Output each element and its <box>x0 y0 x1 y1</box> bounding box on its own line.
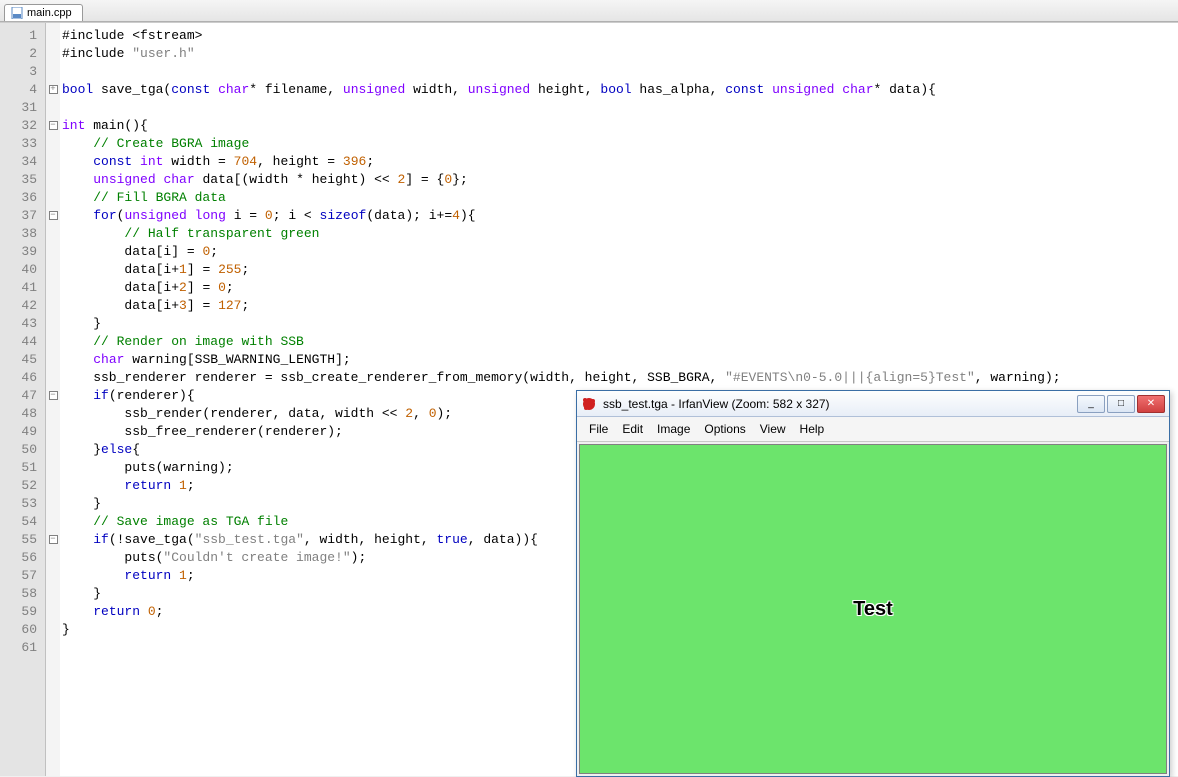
code-line[interactable]: } <box>62 315 1178 333</box>
menu-file[interactable]: File <box>583 420 614 438</box>
fold-column: + − − − − <box>46 23 60 776</box>
line-number: 45 <box>0 351 37 369</box>
rendered-text: Test <box>853 598 893 621</box>
image-viewport[interactable]: Test <box>579 444 1167 774</box>
code-line[interactable]: int main(){ <box>62 117 1178 135</box>
menu-options[interactable]: Options <box>698 420 751 438</box>
code-line[interactable] <box>62 63 1178 81</box>
line-number: 55 <box>0 531 37 549</box>
line-number: 41 <box>0 279 37 297</box>
line-number: 53 <box>0 495 37 513</box>
line-number: 59 <box>0 603 37 621</box>
menu-edit[interactable]: Edit <box>616 420 649 438</box>
code-line[interactable]: data[i+3] = 127; <box>62 297 1178 315</box>
menu-image[interactable]: Image <box>651 420 696 438</box>
line-number: 3 <box>0 63 37 81</box>
line-number: 37 <box>0 207 37 225</box>
line-number-gutter: 1234313233343536373839404142434445464748… <box>0 23 46 776</box>
code-line[interactable]: #include "user.h" <box>62 45 1178 63</box>
line-number: 49 <box>0 423 37 441</box>
cpp-file-icon <box>11 7 23 19</box>
line-number: 51 <box>0 459 37 477</box>
line-number: 4 <box>0 81 37 99</box>
window-buttons: _ □ ✕ <box>1077 395 1165 413</box>
code-line[interactable]: // Create BGRA image <box>62 135 1178 153</box>
line-number: 35 <box>0 171 37 189</box>
code-line[interactable]: data[i] = 0; <box>62 243 1178 261</box>
line-number: 44 <box>0 333 37 351</box>
line-number: 48 <box>0 405 37 423</box>
fold-collapse-icon[interactable]: − <box>49 121 58 130</box>
line-number: 43 <box>0 315 37 333</box>
line-number: 2 <box>0 45 37 63</box>
code-line[interactable]: // Fill BGRA data <box>62 189 1178 207</box>
line-number: 31 <box>0 99 37 117</box>
minimize-button[interactable]: _ <box>1077 395 1105 413</box>
line-number: 38 <box>0 225 37 243</box>
window-title: ssb_test.tga - IrfanView (Zoom: 582 x 32… <box>603 397 1077 411</box>
code-line[interactable] <box>62 99 1178 117</box>
line-number: 57 <box>0 567 37 585</box>
code-line[interactable]: data[i+2] = 0; <box>62 279 1178 297</box>
code-line[interactable]: data[i+1] = 255; <box>62 261 1178 279</box>
line-number: 33 <box>0 135 37 153</box>
line-number: 39 <box>0 243 37 261</box>
fold-collapse-icon[interactable]: − <box>49 535 58 544</box>
line-number: 50 <box>0 441 37 459</box>
code-line[interactable]: // Half transparent green <box>62 225 1178 243</box>
menu-help[interactable]: Help <box>794 420 831 438</box>
line-number: 52 <box>0 477 37 495</box>
line-number: 46 <box>0 369 37 387</box>
code-line[interactable]: // Render on image with SSB <box>62 333 1178 351</box>
irfanview-icon <box>581 396 597 412</box>
line-number: 47 <box>0 387 37 405</box>
fold-collapse-icon[interactable]: − <box>49 391 58 400</box>
line-number: 56 <box>0 549 37 567</box>
window-titlebar[interactable]: ssb_test.tga - IrfanView (Zoom: 582 x 32… <box>577 391 1169 417</box>
line-number: 61 <box>0 639 37 657</box>
file-tab-label: main.cpp <box>27 7 72 19</box>
line-number: 42 <box>0 297 37 315</box>
tab-bar: main.cpp <box>0 0 1178 22</box>
line-number: 32 <box>0 117 37 135</box>
line-number: 54 <box>0 513 37 531</box>
code-line[interactable]: const int width = 704, height = 396; <box>62 153 1178 171</box>
file-tab[interactable]: main.cpp <box>4 4 83 21</box>
code-line[interactable]: unsigned char data[(width * height) << 2… <box>62 171 1178 189</box>
fold-expand-icon[interactable]: + <box>49 85 58 94</box>
line-number: 58 <box>0 585 37 603</box>
menu-bar: File Edit Image Options View Help <box>577 417 1169 442</box>
code-line[interactable]: for(unsigned long i = 0; i < sizeof(data… <box>62 207 1178 225</box>
maximize-button[interactable]: □ <box>1107 395 1135 413</box>
code-line[interactable]: #include <fstream> <box>62 27 1178 45</box>
line-number: 1 <box>0 27 37 45</box>
code-line[interactable]: bool save_tga(const char* filename, unsi… <box>62 81 1178 99</box>
irfanview-window: ssb_test.tga - IrfanView (Zoom: 582 x 32… <box>576 390 1170 777</box>
fold-collapse-icon[interactable]: − <box>49 211 58 220</box>
code-line[interactable]: char warning[SSB_WARNING_LENGTH]; <box>62 351 1178 369</box>
close-button[interactable]: ✕ <box>1137 395 1165 413</box>
line-number: 36 <box>0 189 37 207</box>
line-number: 40 <box>0 261 37 279</box>
line-number: 60 <box>0 621 37 639</box>
menu-view[interactable]: View <box>754 420 792 438</box>
code-line[interactable]: ssb_renderer renderer = ssb_create_rende… <box>62 369 1178 387</box>
line-number: 34 <box>0 153 37 171</box>
